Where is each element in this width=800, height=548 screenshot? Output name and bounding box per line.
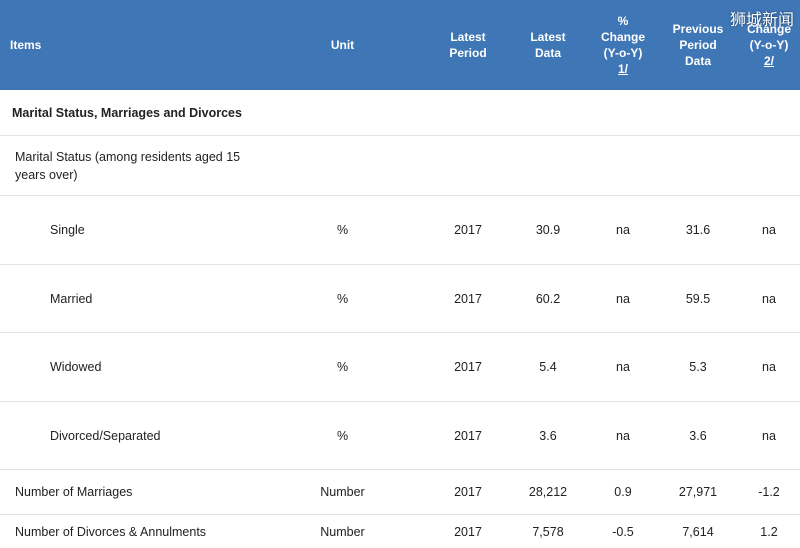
previous-data-cell: 59.5: [685, 291, 711, 306]
table-row: Single % 2017 30.9 na 31.6 na: [0, 196, 800, 265]
table-header: Items Unit Latest Period Latest Data % C…: [0, 0, 800, 90]
period-cell: 2017: [454, 485, 482, 499]
header-items: Items: [10, 38, 42, 52]
previous-data-cell: 27,971: [678, 485, 718, 499]
table-row: Widowed % 2017 5.4 na 5.3 na: [0, 333, 800, 402]
item-label: Widowed: [50, 360, 102, 374]
section-title: Marital Status, Marriages and Divorces: [12, 106, 242, 120]
table-row: Number of Divorces & Annulments Number 2…: [0, 515, 800, 548]
pct-change-cell: na: [616, 428, 630, 443]
period-cell: 2017: [454, 428, 482, 443]
unit-cell: %: [336, 360, 349, 374]
unit-cell: %: [336, 291, 349, 306]
table-row: Number of Marriages Number 2017 28,212 0…: [0, 470, 800, 515]
change-cell: na: [762, 360, 776, 374]
table-row: Married % 2017 60.2 na 59.5 na: [0, 265, 800, 333]
period-cell: 2017: [454, 223, 482, 237]
change-cell: na: [762, 223, 776, 237]
previous-data-cell: 3.6: [689, 428, 707, 443]
pct-change-cell: na: [616, 223, 630, 237]
change-cell: 1.2: [760, 524, 778, 539]
item-label: Number of Divorces & Annulments: [15, 524, 207, 539]
item-label: Number of Marriages: [15, 485, 133, 499]
item-label: Divorced/Separated: [50, 428, 161, 443]
subsection-row: Marital Status (among residents aged 15 …: [0, 136, 800, 196]
latest-data-cell: 7,578: [532, 524, 564, 539]
pct-change-cell: na: [616, 360, 630, 374]
pct-change-cell: 0.9: [614, 485, 632, 499]
header-latest-data: Latest Data: [530, 30, 566, 60]
change-cell: -1.2: [758, 485, 780, 499]
pct-change-cell: na: [616, 291, 630, 306]
unit-cell: Number: [320, 524, 365, 539]
table-row: Divorced/Separated % 2017 3.6 na 3.6 na: [0, 402, 800, 470]
period-cell: 2017: [454, 360, 482, 374]
header-pct-change: % Change (Y-o-Y) 1/: [600, 14, 645, 77]
previous-data-cell: 31.6: [685, 223, 711, 237]
statistics-table: Items Unit Latest Period Latest Data % C…: [0, 0, 800, 548]
previous-data-cell: 5.3: [689, 360, 707, 374]
latest-data-cell: 5.4: [539, 360, 557, 374]
latest-data-cell: 3.6: [539, 428, 557, 443]
unit-cell: %: [336, 428, 349, 443]
period-cell: 2017: [454, 291, 482, 306]
latest-data-cell: 60.2: [535, 291, 561, 306]
item-label: Married: [50, 291, 93, 306]
change-cell: na: [762, 291, 776, 306]
change-cell: na: [762, 428, 776, 443]
unit-cell: Number: [320, 485, 365, 499]
previous-data-cell: 7,614: [682, 524, 714, 539]
footnote-1-link[interactable]: 1/: [618, 61, 628, 77]
footnote-2-link[interactable]: 2/: [764, 53, 774, 69]
item-label: Single: [50, 223, 85, 237]
period-cell: 2017: [454, 524, 482, 539]
pct-change-cell: -0.5: [612, 524, 634, 539]
header-latest-period: Latest Period: [449, 30, 487, 60]
latest-data-cell: 30.9: [535, 223, 561, 237]
latest-data-cell: 28,212: [528, 485, 568, 499]
unit-cell: %: [336, 223, 349, 237]
header-previous-data: Previous Period Data: [672, 22, 724, 68]
subsection-title: Marital Status (among residents aged 15 …: [15, 149, 241, 182]
header-unit: Unit: [330, 38, 355, 52]
watermark-logo: 狮城新闻: [729, 10, 794, 29]
section-row: Marital Status, Marriages and Divorces: [0, 91, 800, 136]
